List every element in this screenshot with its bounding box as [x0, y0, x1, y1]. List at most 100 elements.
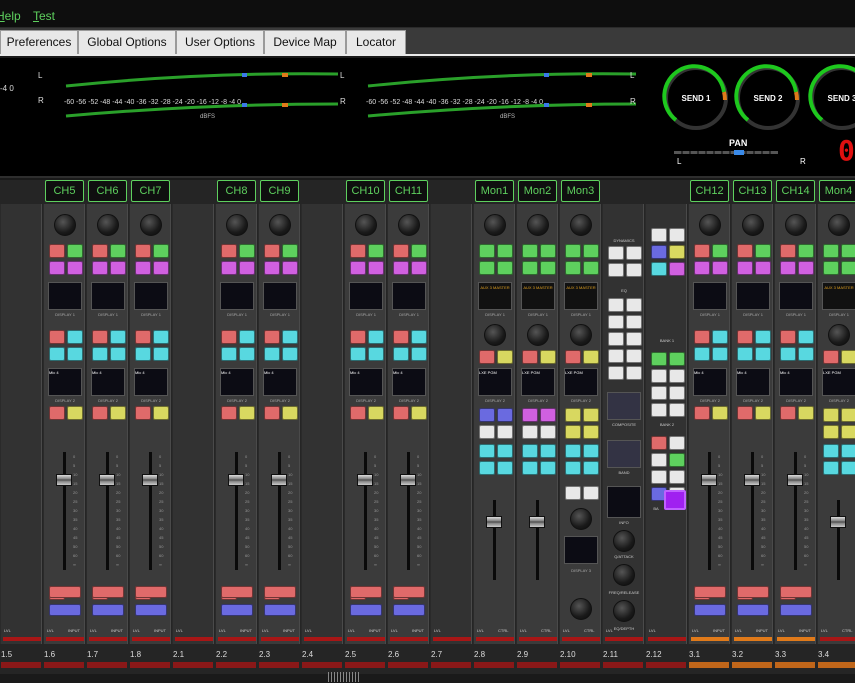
fader-handle[interactable]	[744, 474, 760, 486]
top-button[interactable]	[92, 244, 108, 258]
mid-button[interactable]	[282, 330, 298, 344]
mon-cyan-button[interactable]	[565, 444, 581, 458]
cut-button[interactable]	[737, 586, 769, 598]
tab-preferences[interactable]: Preferences	[0, 30, 78, 54]
top-button[interactable]	[479, 244, 495, 258]
top-button[interactable]	[368, 244, 384, 258]
eq-button[interactable]	[608, 349, 624, 363]
bank2-button[interactable]	[669, 386, 685, 400]
gain-knob[interactable]	[226, 214, 248, 236]
eq-button[interactable]	[626, 332, 642, 346]
top-button[interactable]	[350, 261, 366, 275]
mon-cyan-button[interactable]	[583, 444, 599, 458]
top-button[interactable]	[239, 261, 255, 275]
mid-button[interactable]	[67, 330, 83, 344]
mon3-bottom-knob[interactable]	[570, 598, 592, 620]
q-attack-knob[interactable]	[613, 530, 635, 552]
dynamics-button[interactable]	[608, 263, 624, 277]
horizontal-scroll-grip[interactable]	[328, 672, 360, 682]
top-button[interactable]	[67, 261, 83, 275]
gain-knob[interactable]	[785, 214, 807, 236]
fader-handle[interactable]	[830, 516, 846, 528]
mid-button[interactable]	[780, 330, 796, 344]
mon-cyan-button[interactable]	[823, 444, 839, 458]
low-button[interactable]	[153, 406, 169, 420]
mid-button[interactable]	[368, 347, 384, 361]
channel-tab[interactable]: CH8	[217, 180, 256, 202]
tab-global-options[interactable]: Global Options	[78, 30, 176, 54]
mid-button[interactable]	[239, 347, 255, 361]
low-button[interactable]	[67, 406, 83, 420]
bank3-button[interactable]	[669, 453, 685, 467]
mon3-extra-button[interactable]	[565, 486, 581, 500]
bank2-button[interactable]	[651, 369, 667, 383]
dynamics-button[interactable]	[626, 246, 642, 260]
mon-cyan-button[interactable]	[841, 461, 855, 475]
low-button[interactable]	[110, 406, 126, 420]
top-button[interactable]	[411, 261, 427, 275]
mon-mid-button[interactable]	[540, 350, 556, 364]
cut-button[interactable]	[780, 586, 812, 598]
fader-handle[interactable]	[99, 474, 115, 486]
top-button[interactable]	[798, 261, 814, 275]
mon-mid-button[interactable]	[522, 350, 538, 364]
mon3-extra-button[interactable]	[583, 486, 599, 500]
top-button[interactable]	[110, 244, 126, 258]
gain-knob[interactable]	[742, 214, 764, 236]
mid-button[interactable]	[49, 347, 65, 361]
top-button[interactable]	[540, 261, 556, 275]
bank2-button[interactable]	[651, 386, 667, 400]
top-button[interactable]	[393, 261, 409, 275]
gain-knob[interactable]	[398, 214, 420, 236]
mid-button[interactable]	[393, 330, 409, 344]
mon-cyan-button[interactable]	[479, 461, 495, 475]
fader-handle[interactable]	[56, 474, 72, 486]
mid-button[interactable]	[350, 347, 366, 361]
mon-low-button[interactable]	[823, 425, 839, 439]
low-button[interactable]	[780, 406, 796, 420]
top-button[interactable]	[282, 244, 298, 258]
fader-handle[interactable]	[529, 516, 545, 528]
mon-low-button[interactable]	[497, 425, 513, 439]
eq-button[interactable]	[608, 298, 624, 312]
mon-low-button[interactable]	[522, 425, 538, 439]
top-button[interactable]	[135, 244, 151, 258]
top-button[interactable]	[221, 244, 237, 258]
eq-button[interactable]	[608, 315, 624, 329]
gain-knob[interactable]	[699, 214, 721, 236]
mon-low-button[interactable]	[522, 408, 538, 422]
mid-button[interactable]	[49, 330, 65, 344]
cut-button[interactable]	[135, 586, 167, 598]
low-button[interactable]	[712, 406, 728, 420]
mon-low-button[interactable]	[823, 408, 839, 422]
bank1-button[interactable]	[651, 228, 667, 242]
fader-handle[interactable]	[400, 474, 416, 486]
bank1-button[interactable]	[651, 245, 667, 259]
mid-button[interactable]	[780, 347, 796, 361]
cut-button[interactable]	[393, 586, 425, 598]
mon-low-button[interactable]	[497, 408, 513, 422]
mon-cyan-button[interactable]	[565, 461, 581, 475]
top-button[interactable]	[497, 261, 513, 275]
cut-button[interactable]	[221, 586, 253, 598]
mon-low-button[interactable]	[565, 425, 581, 439]
top-button[interactable]	[823, 244, 839, 258]
mid-button[interactable]	[92, 330, 108, 344]
mon-cyan-button[interactable]	[522, 461, 538, 475]
mon-cyan-button[interactable]	[522, 444, 538, 458]
gain-knob[interactable]	[570, 214, 592, 236]
cut-button[interactable]	[694, 586, 726, 598]
bank1-button[interactable]	[669, 228, 685, 242]
dynamics-button[interactable]	[608, 246, 624, 260]
bank1-button[interactable]	[651, 262, 667, 276]
bank2-button[interactable]	[651, 352, 667, 366]
mon-mid-button[interactable]	[479, 350, 495, 364]
mon-low-button[interactable]	[583, 408, 599, 422]
tab-device-map[interactable]: Device Map	[264, 30, 346, 54]
mid-button[interactable]	[153, 347, 169, 361]
pfl-button[interactable]	[350, 604, 382, 616]
mid-button[interactable]	[350, 330, 366, 344]
mid-button[interactable]	[135, 330, 151, 344]
mid-button[interactable]	[712, 347, 728, 361]
eq-button[interactable]	[626, 315, 642, 329]
